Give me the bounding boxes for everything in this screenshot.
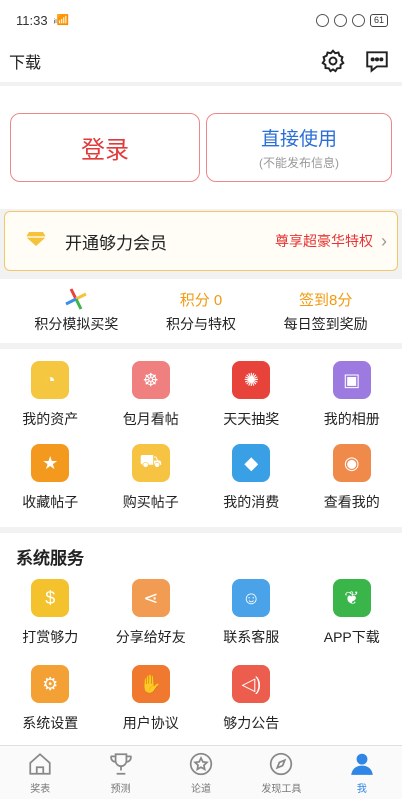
share-icon: ⋖ bbox=[131, 579, 170, 617]
login-label: 登录 bbox=[81, 137, 129, 164]
menu-label: 天天抽奖 bbox=[223, 411, 280, 427]
menu-item-lottery[interactable]: ✺ 天天抽奖 bbox=[201, 361, 302, 439]
services-section: 系统服务 $ 打赏够力 ⋖ 分享给好友 ☺ 联系客服 ❦ APP下载 ⚙ 系统设… bbox=[0, 533, 402, 747]
stat-label: 积分与特权 bbox=[166, 315, 236, 332]
title-bar: 下载 bbox=[0, 40, 402, 82]
trophy-icon bbox=[108, 751, 134, 777]
tab-awards[interactable]: 奖表 bbox=[0, 746, 80, 799]
battery-indicator: 61 bbox=[369, 13, 388, 27]
menu-item-assets[interactable]: ◔ 我的资产 bbox=[0, 361, 101, 439]
stat-label: 每日签到奖励 bbox=[283, 315, 368, 332]
home-icon bbox=[27, 751, 53, 777]
status-bar: 11:33 ᵢₗ📶 61 bbox=[0, 0, 402, 40]
settings-icon: ⚙ bbox=[31, 665, 70, 703]
qq-icon: ☺ bbox=[232, 579, 271, 617]
clock: 11:33 bbox=[16, 12, 48, 28]
tab-label: 我 bbox=[356, 783, 367, 795]
diamond-icon bbox=[25, 231, 47, 252]
points-value: 积分 0 bbox=[179, 291, 223, 309]
service-label: 够力公告 bbox=[223, 715, 280, 731]
menu-label: 我的资产 bbox=[22, 411, 79, 427]
direct-use-sublabel: (不能发布信息) bbox=[259, 156, 339, 170]
tab-label: 发现工具 bbox=[261, 783, 302, 795]
meditation-icon: ☸ bbox=[131, 361, 170, 399]
service-item-app-download[interactable]: ❦ APP下载 bbox=[302, 579, 402, 665]
service-label: 分享给好友 bbox=[115, 629, 186, 645]
service-item-settings[interactable]: ⚙ 系统设置 bbox=[0, 665, 101, 751]
service-label: 打赏够力 bbox=[22, 629, 79, 645]
pinwheel-icon bbox=[65, 288, 87, 310]
star-circle-icon bbox=[188, 751, 214, 777]
service-label: 联系客服 bbox=[223, 629, 280, 645]
menu-label: 查看我的 bbox=[323, 494, 380, 510]
app-screen: 11:33 ᵢₗ📶 61 下载 登录 直接使用 (不能发布信息) 开通够力会员 … bbox=[0, 0, 402, 799]
handshake-icon: ✋ bbox=[131, 665, 170, 703]
message-icon[interactable] bbox=[364, 48, 390, 74]
signal-icon: ᵢₗ📶 bbox=[53, 14, 70, 26]
eye-icon: ◉ bbox=[332, 444, 371, 482]
menu-item-consume[interactable]: ◆ 我的消费 bbox=[201, 444, 302, 522]
photo-icon: ▣ bbox=[332, 361, 371, 399]
service-item-contact[interactable]: ☺ 联系客服 bbox=[201, 579, 302, 665]
vibrate-icon bbox=[315, 13, 329, 27]
compass-icon bbox=[268, 751, 294, 777]
consume-icon: ◆ bbox=[232, 444, 271, 482]
money-bag-icon: $ bbox=[31, 579, 70, 617]
service-item-tip[interactable]: $ 打赏够力 bbox=[0, 579, 101, 665]
chevron-right-icon: › bbox=[381, 230, 387, 251]
menu-item-favorites[interactable]: ★ 收藏帖子 bbox=[0, 444, 101, 522]
menu-label: 包月看帖 bbox=[122, 411, 179, 427]
tab-forum[interactable]: 论道 bbox=[161, 746, 241, 799]
service-label: APP下载 bbox=[323, 629, 380, 645]
menu-label: 我的消费 bbox=[223, 494, 280, 510]
vip-banner[interactable]: 开通够力会员 尊享超豪华特权 › bbox=[4, 211, 398, 271]
tab-predict[interactable]: 预测 bbox=[80, 746, 160, 799]
direct-use-button[interactable]: 直接使用 (不能发布信息) bbox=[206, 113, 392, 182]
tab-me[interactable]: 我 bbox=[322, 746, 402, 799]
menu-item-view-mine[interactable]: ◉ 查看我的 bbox=[302, 444, 402, 522]
stat-simulate[interactable]: 积分模拟买奖 bbox=[14, 288, 139, 334]
direct-use-label: 直接使用 bbox=[260, 129, 337, 150]
bottom-tab-bar: 奖表 预测 论道 发现工具 我 bbox=[0, 745, 402, 799]
stat-label: 积分模拟买奖 bbox=[34, 316, 119, 332]
alarm-icon bbox=[351, 13, 365, 27]
menu-label: 购买帖子 bbox=[122, 494, 179, 510]
stat-points[interactable]: 积分 0 积分与特权 bbox=[139, 289, 264, 334]
pie-chart-icon: ◔ bbox=[31, 361, 70, 399]
gear-icon[interactable] bbox=[320, 48, 346, 74]
cart-icon: ⛟ bbox=[131, 444, 170, 482]
stat-checkin[interactable]: 签到8分 每日签到奖励 bbox=[263, 289, 388, 334]
login-section: 登录 直接使用 (不能发布信息) bbox=[0, 86, 402, 209]
speaker-icon: ◁) bbox=[232, 665, 271, 703]
services-title: 系统服务 bbox=[16, 549, 84, 568]
star-icon: ★ bbox=[31, 444, 70, 482]
login-button[interactable]: 登录 bbox=[10, 113, 200, 182]
menu-item-buy-posts[interactable]: ⛟ 购买帖子 bbox=[101, 444, 202, 522]
feature-grid: ◔ 我的资产 ☸ 包月看帖 ✺ 天天抽奖 ▣ 我的相册 ★ 收藏帖子 ⛟ 购买帖… bbox=[0, 349, 402, 527]
service-item-share[interactable]: ⋖ 分享给好友 bbox=[101, 579, 202, 665]
stats-row: 积分模拟买奖 积分 0 积分与特权 签到8分 每日签到奖励 bbox=[0, 279, 402, 343]
menu-label: 收藏帖子 bbox=[22, 494, 79, 510]
tab-label: 预测 bbox=[110, 783, 131, 795]
tab-label: 论道 bbox=[191, 783, 212, 795]
menu-item-monthly[interactable]: ☸ 包月看帖 bbox=[101, 361, 202, 439]
person-icon bbox=[349, 751, 375, 777]
checkin-value: 签到8分 bbox=[299, 291, 353, 309]
pepper-icon: ❦ bbox=[332, 579, 371, 617]
tab-label: 奖表 bbox=[30, 783, 51, 795]
service-label: 用户协议 bbox=[122, 715, 179, 731]
vip-promo: 尊享超豪华特权 bbox=[275, 233, 373, 249]
lottery-wheel-icon: ✺ bbox=[232, 361, 271, 399]
tab-discover[interactable]: 发现工具 bbox=[241, 746, 321, 799]
location-icon bbox=[333, 13, 347, 27]
page-title: 下载 bbox=[9, 55, 42, 72]
vip-label: 开通够力会员 bbox=[65, 233, 167, 253]
menu-label: 我的相册 bbox=[323, 411, 380, 427]
service-label: 系统设置 bbox=[22, 715, 79, 731]
service-item-agreement[interactable]: ✋ 用户协议 bbox=[101, 665, 202, 751]
service-item-notice[interactable]: ◁) 够力公告 bbox=[201, 665, 302, 751]
menu-item-album[interactable]: ▣ 我的相册 bbox=[302, 361, 402, 439]
